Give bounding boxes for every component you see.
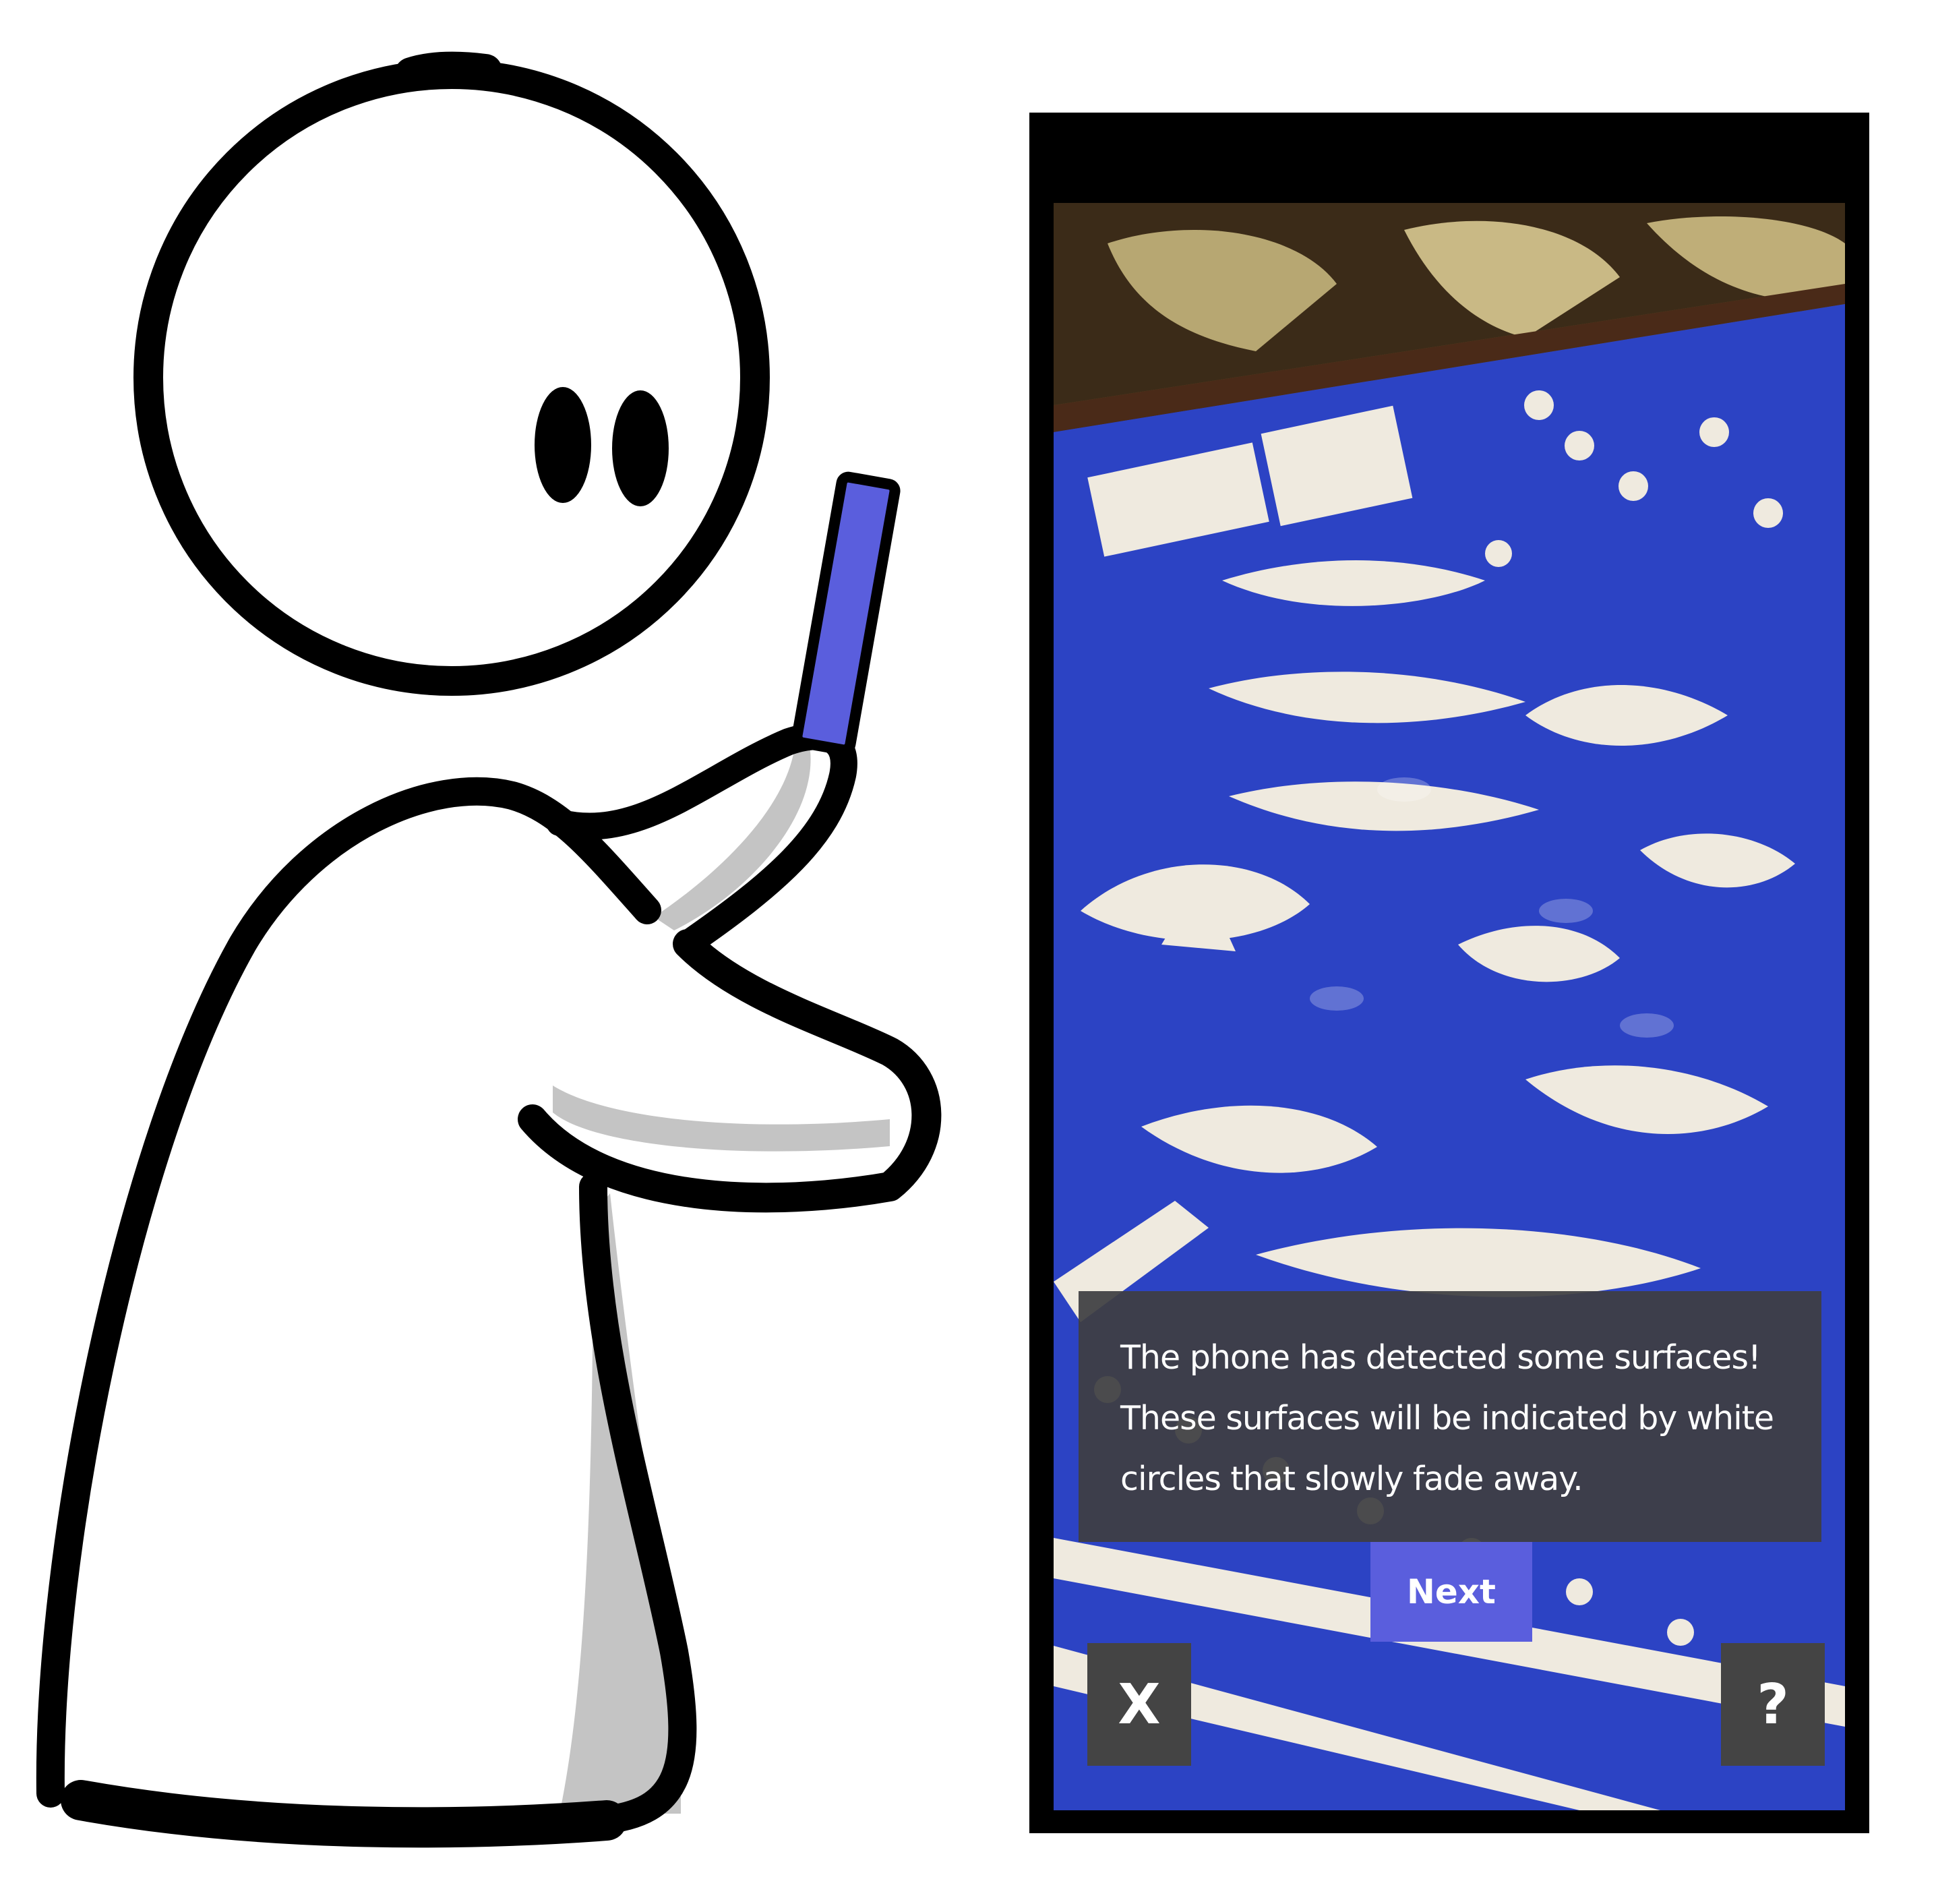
instruction-overlay: The phone has detected some surfaces! Th… [1079, 1291, 1821, 1542]
forearm [518, 929, 942, 1213]
head [133, 59, 770, 696]
phone-in-hand-icon [791, 471, 901, 756]
camera-feed: The phone has detected some surfaces! Th… [1054, 203, 1845, 1810]
stick-figure-illustration [36, 51, 942, 1848]
right-eye [612, 390, 669, 506]
next-button[interactable]: Next [1370, 1542, 1532, 1642]
body-outline [36, 777, 661, 1808]
ground-line [61, 1780, 627, 1848]
forearm-shadow [553, 1085, 890, 1152]
help-button[interactable]: ? [1721, 1643, 1825, 1766]
body-shadow [559, 1193, 681, 1814]
head-overlap-stroke [394, 51, 502, 91]
instruction-text: The phone has detected some surfaces! Th… [1120, 1338, 1774, 1498]
left-eye [535, 387, 591, 503]
close-button[interactable]: X [1087, 1643, 1191, 1766]
phone-frame: The phone has detected some surfaces! Th… [1029, 113, 1869, 1833]
